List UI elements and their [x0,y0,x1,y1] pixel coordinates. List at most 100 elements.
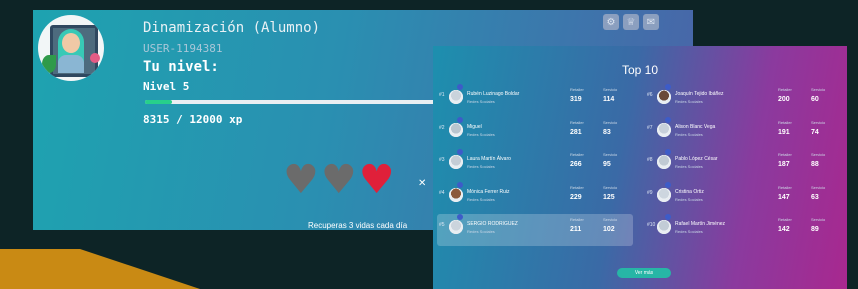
level-value: Nivel 5 [143,80,190,93]
player-subtitle: Redes Sociales [675,131,703,137]
column-header-servicio: Servicio [811,119,826,125]
column-header-retailer: Retailer [778,217,792,222]
player-name: Miguel [467,123,482,130]
value-servicio: 74 [811,128,819,136]
settings-icon[interactable]: ⚙ [603,14,619,30]
avatar [38,15,104,81]
player-name: Alison Blanc Vega [675,123,716,130]
level-badge-icon [665,181,671,188]
value-servicio: 89 [811,226,819,233]
xp-text: 8315 / 12000 xp [143,113,243,126]
player-avatar [657,90,671,104]
level-badge-icon [457,84,463,90]
rank-number: #10 [647,222,656,228]
player-name: Pablo López César [675,156,718,162]
column-header-retailer: Retailer [778,119,792,125]
player-subtitle: Redes Sociales [467,196,495,202]
player-avatar [657,220,671,234]
leaderboard-row[interactable]: #7 Alison Blanc Vega Redes Sociales Retaile… [645,116,841,149]
player-avatar [449,122,463,137]
heart-empty-icon: ♥ [283,157,319,203]
column-header-servicio: Servicio [603,119,618,125]
leaderboard-row[interactable]: #2 Miguel Redes Sociales Retailer Servicio 28… [437,116,633,149]
level-badge-icon [457,116,463,123]
level-badge-icon [457,214,463,220]
rank-number: #8 [647,157,653,163]
heart-full-icon: ♥ [358,157,395,203]
twitter-icon[interactable]: ✉ [643,14,659,30]
player-name: Cristina Ortiz [675,188,704,195]
column-header-servicio: Servicio [603,152,618,157]
player-name: Joaquín Tejido Ibáñez [675,91,724,97]
value-retailer: 266 [570,161,582,168]
level-badge-icon [665,149,671,155]
column-header-servicio: Servicio [603,217,618,222]
column-header-retailer: Retailer [778,152,792,157]
value-retailer: 200 [778,96,790,103]
rank-number: #7 [647,124,653,131]
rank-number: #6 [647,92,653,98]
leaderboard-row[interactable]: #10 Rafael Martín Jiménez Redes Sociales Re… [645,214,841,246]
column-header-servicio: Servicio [603,87,618,92]
value-retailer: 142 [778,226,790,233]
value-servicio: 95 [603,161,611,168]
value-retailer: 187 [778,161,790,168]
leaderboard-title: Top 10 [621,63,659,77]
player-subtitle: Redes Sociales [675,196,703,202]
player-avatar [449,220,463,234]
player-avatar [657,155,671,169]
level-badge-icon [665,84,671,90]
column-header-retailer: Retailer [778,87,792,92]
player-avatar [657,122,671,137]
player-subtitle: Redes Sociales [467,229,495,234]
leaderboard-row[interactable]: #8 Pablo López César Redes Sociales Retaile… [645,149,841,181]
lives-note: Recuperas 3 vidas cada día [308,221,408,230]
level-badge-icon [665,116,671,123]
value-retailer: 319 [570,96,582,103]
column-header-retailer: Retailer [570,217,584,222]
player-subtitle: Redes Sociales [675,229,703,234]
trophy-icon[interactable]: ♕ [623,14,639,30]
value-servicio: 60 [811,96,819,103]
leaderboard-row[interactable]: #5 SERGIO RODRIGUEZ Redes Sociales Retailer… [437,214,633,246]
player-name: Mónica Ferrer Ruiz [467,188,510,195]
xp-progress-fill [145,100,172,104]
value-retailer: 191 [778,128,790,136]
leaderboard-row[interactable]: #1 Rubén Luzinago Boldar Redes Sociales Ret… [437,84,633,116]
level-badge-icon [665,214,671,220]
value-retailer: 229 [570,193,582,201]
profile-title: Dinamización (Alumno) [143,20,321,36]
level-badge-icon [457,181,463,188]
player-avatar [449,90,463,104]
decorative-corner [0,249,80,289]
player-subtitle: Redes Sociales [675,164,703,169]
leaderboard-panel: Top 10 Ver más #1 Rubén Luzinago Boldar Re… [433,46,847,289]
rank-number: #5 [439,222,445,228]
xp-progress-bar [145,100,445,104]
leaderboard-row[interactable]: #9 Cristina Ortiz Redes Sociales Retailer Se… [645,181,841,214]
player-name: Laura Martín Álvaro [467,156,511,162]
heart-empty-icon: ♥ [320,157,357,203]
rank-number: #4 [439,189,445,196]
value-servicio: 63 [811,193,819,201]
column-header-retailer: Retailer [570,152,584,157]
rank-number: #2 [439,124,445,131]
player-avatar [449,187,463,202]
level-label: Tu nivel: [143,59,219,75]
leaderboard-row[interactable]: #6 Joaquín Tejido Ibáñez Redes Sociales Ret… [645,84,841,116]
value-retailer: 211 [570,226,582,233]
leaderboard-row[interactable]: #3 Laura Martín Álvaro Redes Sociales Retai… [437,149,633,181]
player-name: SERGIO RODRIGUEZ [467,221,518,227]
column-header-retailer: Retailer [570,119,584,125]
value-retailer: 147 [778,193,790,201]
close-icon[interactable]: ✕ [418,178,426,189]
player-subtitle: Redes Sociales [467,99,495,104]
player-name: Rafael Martín Jiménez [675,221,726,227]
column-header-retailer: Retailer [570,184,584,190]
see-more-button[interactable]: Ver más [617,268,671,278]
leaderboard-row[interactable]: #4 Mónica Ferrer Ruiz Redes Sociales Retail… [437,181,633,214]
decorative-corner-tip [80,249,200,289]
column-header-servicio: Servicio [811,87,826,92]
lives: ♥ ♥ ♥ [283,160,395,200]
value-servicio: 83 [603,128,611,136]
